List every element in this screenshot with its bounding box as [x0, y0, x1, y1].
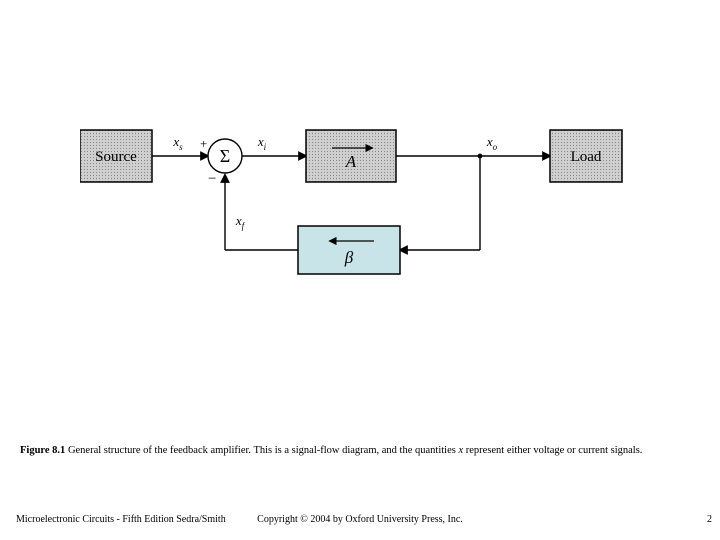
figure-caption: Figure 8.1 General structure of the feed…	[20, 445, 700, 456]
source-block: Source	[80, 130, 152, 182]
footer-copyright: Copyright © 2004 by Oxford University Pr…	[0, 514, 720, 525]
feedback-block: β	[298, 226, 400, 274]
signal-xi: xi	[257, 134, 267, 152]
amplifier-label: A	[345, 152, 357, 171]
plus-sign: +	[200, 136, 207, 151]
caption-text-b: represent either voltage or current sign…	[463, 445, 642, 456]
figure-number: Figure 8.1	[20, 445, 65, 456]
svg-text:xs: xs	[172, 134, 183, 152]
feedback-label: β	[344, 248, 354, 267]
source-label: Source	[95, 149, 137, 165]
feedback-amplifier-diagram: Source xs Σ + − xi A xo Load	[80, 120, 640, 325]
signal-xs: xs	[172, 134, 183, 152]
page-number: 2	[707, 514, 712, 525]
svg-text:xi: xi	[257, 134, 267, 152]
signal-xo: xo	[486, 134, 498, 152]
sigma-symbol: Σ	[220, 146, 230, 166]
load-label: Load	[571, 149, 602, 165]
svg-text:xo: xo	[486, 134, 498, 152]
svg-text:xf: xf	[235, 213, 246, 231]
caption-text-a: General structure of the feedback amplif…	[65, 445, 458, 456]
summing-junction: Σ	[208, 139, 242, 173]
signal-xf: xf	[235, 213, 246, 231]
minus-sign: −	[208, 171, 216, 187]
load-block: Load	[550, 130, 622, 182]
amplifier-block: A	[306, 130, 396, 182]
